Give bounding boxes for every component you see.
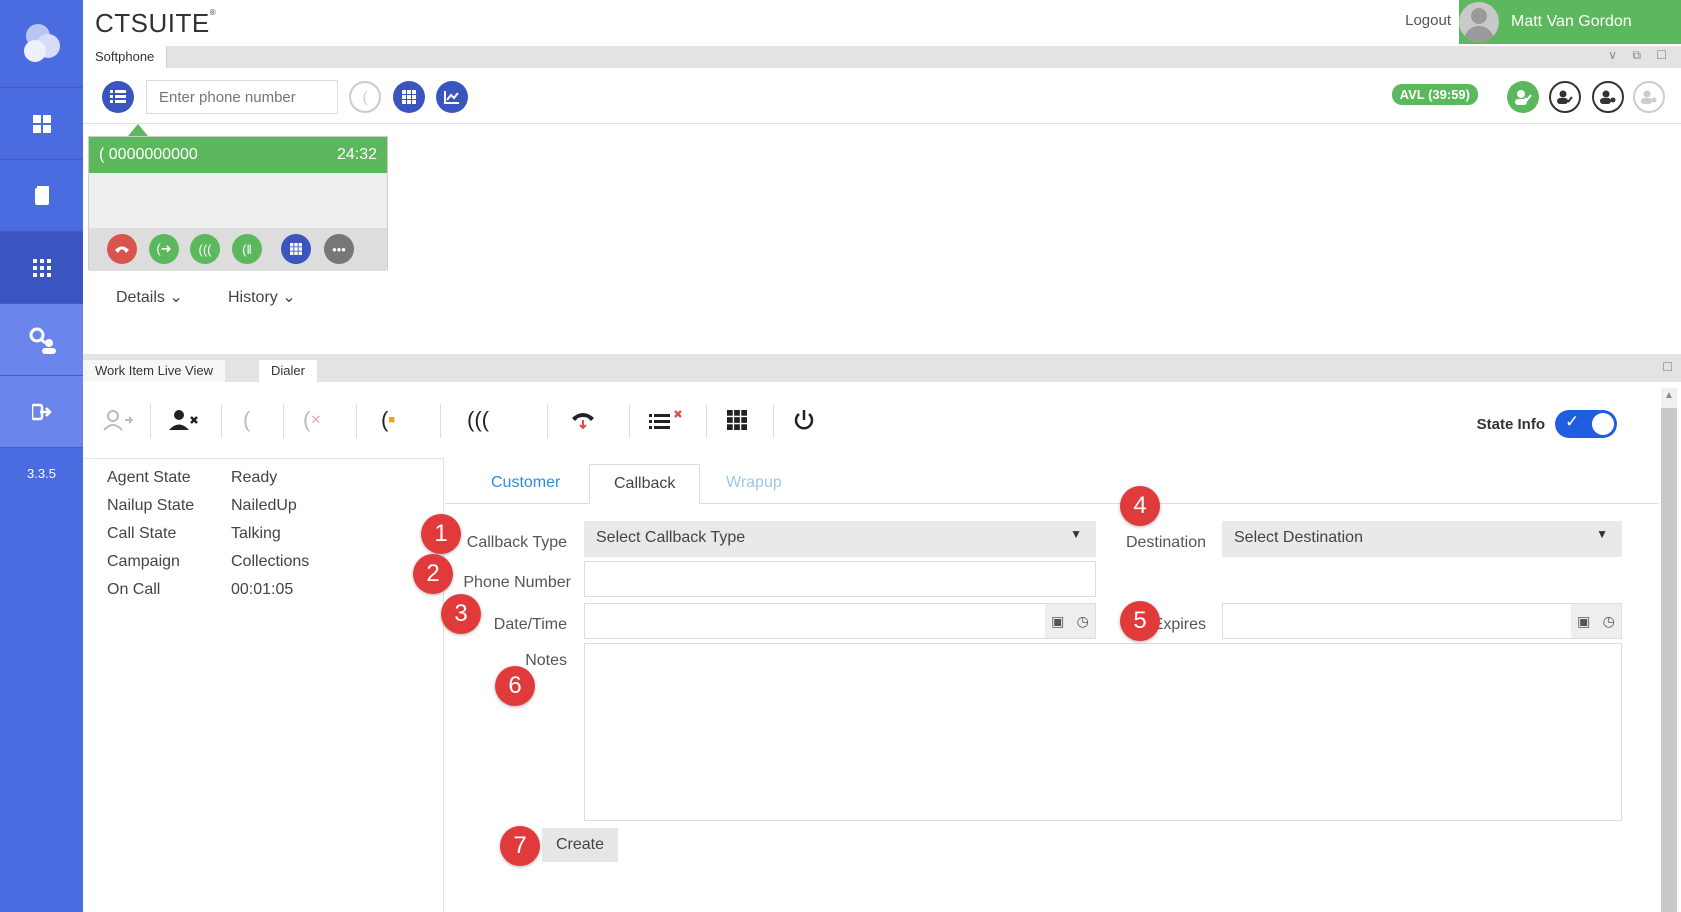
details-toggle[interactable]: Details ⌄ <box>116 287 183 307</box>
call-keypad-icon[interactable] <box>281 234 311 264</box>
phone-icon: ( <box>99 146 105 163</box>
avatar <box>1459 2 1499 42</box>
agent-edit-icon[interactable] <box>1549 81 1581 113</box>
more-icon[interactable]: ••• <box>324 234 354 264</box>
tab-dialer[interactable]: Dialer <box>259 360 317 382</box>
user-menu[interactable]: Matt Van Gordon <box>1459 0 1681 44</box>
phone-number-field[interactable] <box>584 561 1096 597</box>
annotation-marker: 1 <box>421 514 461 554</box>
call-card-header: ( 0000000000 24:32 <box>89 137 387 173</box>
dialer-keypad-icon[interactable] <box>727 402 747 438</box>
book-icon[interactable] <box>0 160 83 232</box>
agent-state-panel: Agent State Ready Nailup State NailedUp Ca… <box>83 458 444 912</box>
state-info-control: State Info ✓ <box>1477 410 1617 438</box>
form-tabs: Customer Callback Wrapup <box>445 464 1659 504</box>
annotation-marker: 4 <box>1120 486 1160 526</box>
power-icon[interactable] <box>793 402 815 438</box>
brand-title: CTSUITE® <box>95 8 217 38</box>
transfer-icon[interactable]: (➜ <box>149 234 179 264</box>
hold-icon[interactable]: (‖ <box>232 234 262 264</box>
caret-down-icon: ▼ <box>1070 527 1082 541</box>
clock-icon[interactable]: ◷ <box>1077 613 1089 630</box>
maximize-icon[interactable]: ☐ <box>1662 360 1673 374</box>
checkmark-icon: ✓ <box>1565 412 1580 431</box>
caret-down-icon: ▼ <box>1596 527 1608 541</box>
call-drop-icon[interactable] <box>570 402 596 438</box>
scroll-up-icon[interactable]: ▲ <box>1664 390 1674 401</box>
hangup-icon[interactable] <box>107 234 137 264</box>
card-pointer <box>128 124 148 136</box>
expires-picker[interactable]: ▣ ◷ <box>1571 604 1621 638</box>
scrollbar-thumb[interactable] <box>1661 408 1677 912</box>
state-info-label: State Info <box>1476 415 1545 433</box>
callback-type-select[interactable]: Select Callback Type ▼ <box>584 521 1096 557</box>
keypad-icon[interactable] <box>393 81 425 113</box>
calendar-icon[interactable]: ▣ <box>1577 613 1590 630</box>
destination-select[interactable]: Select Destination ▼ <box>1222 521 1622 557</box>
lower-tabstrip: Work Item Live View Dialer ☐ <box>83 354 1681 382</box>
phone-number-label: Phone Number <box>463 574 571 591</box>
window-controls[interactable]: ∨ ⧉ ☐ <box>1608 48 1673 63</box>
annotation-marker: 2 <box>413 554 453 594</box>
datetime-field[interactable]: ▣ ◷ <box>584 603 1096 639</box>
agent-search-icon[interactable] <box>0 304 83 376</box>
call-timer: 24:32 <box>336 146 377 163</box>
agent-ready-icon[interactable] <box>1507 81 1539 113</box>
clock-icon[interactable]: ◷ <box>1603 613 1615 630</box>
logout-link[interactable]: Logout <box>1405 12 1451 29</box>
active-call-card[interactable]: ( 0000000000 24:32 (➜ ((( (‖ ••• <box>88 136 388 271</box>
chevron-down-icon: ⌄ <box>282 289 296 306</box>
call-card-actions: (➜ ((( (‖ ••• <box>89 228 387 271</box>
clear-list-icon[interactable] <box>649 402 687 438</box>
conference-icon[interactable]: ((( <box>190 234 220 264</box>
app-logo-icon[interactable] <box>0 0 83 88</box>
call-conference-icon[interactable]: ((( <box>467 402 489 438</box>
availability-badge: AVL (39:59) <box>1391 84 1478 105</box>
dialer-toolbar: ( (✕ (■ ((( State Info ✓ <box>83 392 1659 448</box>
exit-icon[interactable] <box>0 376 83 448</box>
tab-callback[interactable]: Callback <box>589 464 701 504</box>
expires-field[interactable]: ▣ ◷ <box>1222 603 1622 639</box>
annotation-marker: 7 <box>500 826 540 866</box>
annotation-marker: 5 <box>1120 601 1160 641</box>
create-button[interactable]: Create <box>542 828 619 862</box>
notes-textarea[interactable] <box>584 643 1622 821</box>
annotation-marker: 3 <box>441 594 481 634</box>
history-toggle[interactable]: History ⌄ <box>228 287 296 307</box>
user-name: Matt Van Gordon <box>1511 13 1632 30</box>
tab-softphone[interactable]: Softphone <box>83 46 168 68</box>
destination-label: Destination <box>1125 534 1206 551</box>
version-label: 3.3.5 <box>27 466 56 481</box>
softphone-tabstrip: Softphone ∨ ⧉ ☐ <box>83 46 1681 68</box>
agent-settings-icon[interactable] <box>1592 81 1624 113</box>
tab-work-item-live-view[interactable]: Work Item Live View <box>83 360 226 382</box>
tab-wrapup[interactable]: Wrapup <box>726 464 782 504</box>
state-info-toggle[interactable]: ✓ <box>1555 410 1617 438</box>
phone-number-input[interactable] <box>146 80 338 114</box>
chevron-down-icon: ⌄ <box>169 289 183 306</box>
left-sidebar: 3.3.5 <box>0 0 83 912</box>
list-icon[interactable] <box>102 81 134 113</box>
agent-remove-icon[interactable] <box>169 402 199 438</box>
call-hold-icon[interactable]: (■ <box>381 402 395 438</box>
scrollbar[interactable]: ▲ <box>1661 388 1677 912</box>
callback-type-label: Callback Type <box>466 534 567 551</box>
stats-chart-icon[interactable] <box>436 81 468 113</box>
apps-grid-icon[interactable] <box>0 232 83 304</box>
calendar-icon[interactable]: ▣ <box>1051 613 1064 630</box>
callback-form-area: Customer Callback Wrapup Callback Type S… <box>413 458 1659 912</box>
call-end-disabled-icon[interactable]: (✕ <box>303 402 321 438</box>
call-disabled-icon[interactable]: ( <box>243 402 250 438</box>
annotation-marker: 6 <box>495 666 535 706</box>
softphone-toolbar: ( AVL (39:59) <box>83 68 1681 124</box>
datetime-picker[interactable]: ▣ ◷ <box>1045 604 1095 638</box>
agent-transfer-icon[interactable] <box>103 402 133 438</box>
agent-offline-icon[interactable] <box>1633 81 1665 113</box>
tab-customer[interactable]: Customer <box>491 464 560 504</box>
top-header: CTSUITE® Logout Matt Van Gordon <box>83 0 1681 46</box>
dial-phone-icon[interactable]: ( <box>349 81 381 113</box>
call-number: 0000000000 <box>108 146 198 163</box>
dashboard-icon[interactable] <box>0 88 83 160</box>
call-card-body <box>89 173 387 228</box>
